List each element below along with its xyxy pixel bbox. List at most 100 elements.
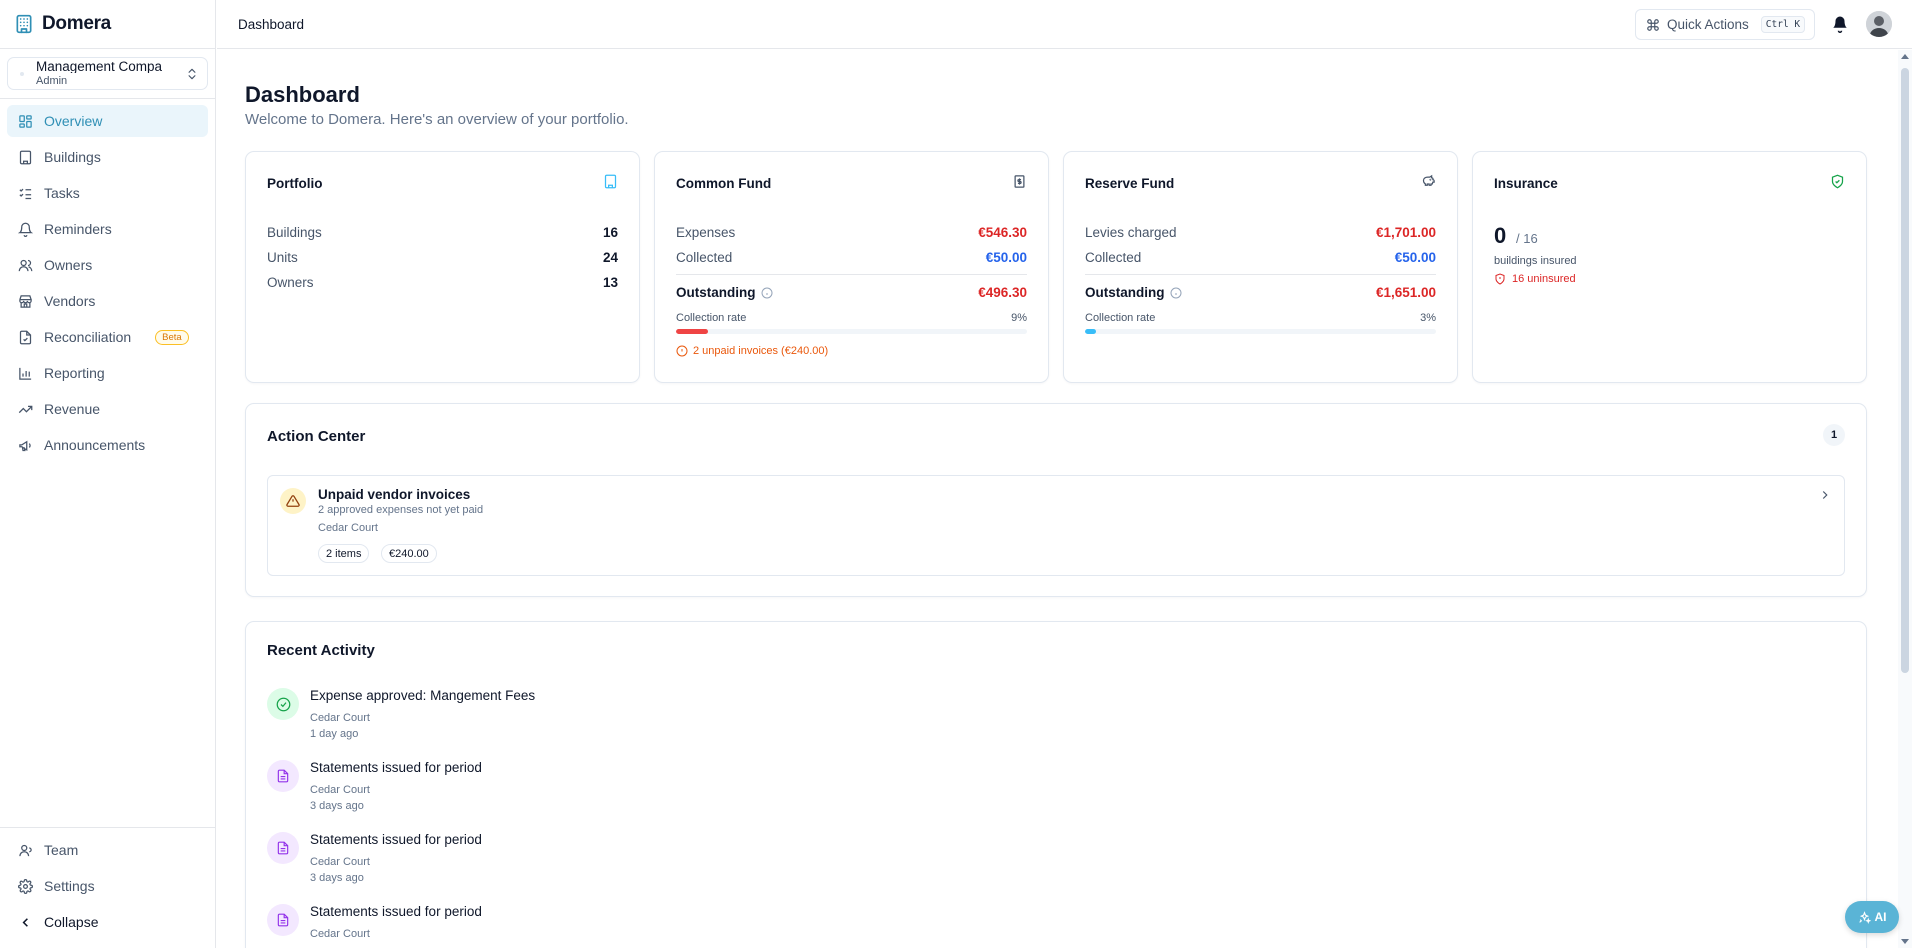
card-title: Reserve Fund [1085, 176, 1175, 191]
scrollbar-thumb[interactable] [1901, 68, 1909, 673]
page-title: Dashboard [245, 82, 360, 107]
stat-value: €546.30 [978, 225, 1027, 240]
recent-activity-card: Recent Activity Expense approved: Mangem… [245, 621, 1867, 948]
activity-time: 1 day ago [310, 728, 359, 740]
uninsured-warning[interactable]: 16 uninsured [1494, 273, 1576, 285]
levies-row: Levies charged €1,701.00 [1085, 225, 1436, 240]
sidebar-nav: Overview Buildings Tasks Reminders Owner… [0, 99, 215, 461]
chevron-left-icon [22, 917, 28, 927]
reserve-fund-card: Reserve Fund Levies charged €1,701.00 Co… [1063, 151, 1458, 383]
action-description: 2 approved expenses not yet paid [318, 504, 484, 516]
sidebar-item-label: Settings [44, 878, 95, 894]
collapse-sidebar-button[interactable]: Collapse [7, 906, 208, 938]
unpaid-invoices-warning[interactable]: 2 unpaid invoices (€240.00) [676, 345, 828, 357]
breadcrumb[interactable]: Dashboard [238, 17, 304, 32]
quick-actions-button[interactable]: Quick Actions Ctrl K [1635, 9, 1815, 40]
stat-value: €1,701.00 [1375, 225, 1436, 240]
sidebar-item-reconciliation[interactable]: Reconciliation Beta [7, 321, 208, 353]
activity-item[interactable]: Statements issued for period Cedar Court… [267, 760, 867, 822]
scroll-down-arrow-icon[interactable] [1901, 939, 1909, 944]
sidebar-item-reminders[interactable]: Reminders [7, 213, 208, 245]
user-avatar[interactable] [1866, 11, 1892, 37]
sidebar-item-announcements[interactable]: Announcements [7, 429, 208, 461]
main-scrollbar[interactable] [1898, 50, 1912, 948]
sidebar-item-buildings[interactable]: Buildings [7, 141, 208, 173]
sidebar-footer: Team Settings Collapse [0, 827, 215, 948]
sidebar-item-team[interactable]: Team [7, 834, 208, 866]
sidebar-item-label: Reminders [44, 221, 112, 237]
sidebar-item-label: Tasks [44, 185, 80, 201]
building-icon [604, 174, 617, 189]
beta-badge: Beta [155, 329, 189, 345]
ai-assistant-button[interactable]: AI [1845, 901, 1899, 933]
portfolio-card: Portfolio Buildings 16 Units 24 Owners 1… [245, 151, 640, 383]
receipt-icon [1014, 175, 1025, 188]
activity-item[interactable]: Statements issued for period Cedar Court… [267, 832, 867, 894]
activity-title: Statements issued for period [310, 760, 482, 775]
info-icon[interactable] [761, 287, 773, 299]
sidebar-item-label: Owners [44, 257, 93, 273]
activity-time: 3 days ago [310, 872, 364, 884]
sidebar-item-settings[interactable]: Settings [7, 870, 208, 902]
sidebar-item-revenue[interactable]: Revenue [7, 393, 208, 425]
megaphone-icon [19, 440, 31, 451]
stat-value: €50.00 [1394, 250, 1436, 265]
user-icon [19, 844, 32, 856]
stat-label: Expenses [676, 225, 736, 240]
scroll-up-arrow-icon[interactable] [1901, 54, 1909, 59]
command-icon [1647, 18, 1659, 31]
activity-item[interactable]: Expense approved: Mangement Fees Cedar C… [267, 688, 867, 750]
collection-rate-fill [676, 329, 708, 334]
users-icon [18, 259, 33, 271]
action-count-badge: 1 [1823, 424, 1845, 446]
building-icon [16, 14, 32, 34]
sidebar-item-vendors[interactable]: Vendors [7, 285, 208, 317]
stat-value: €496.30 [978, 285, 1027, 300]
activity-building: Cedar Court [310, 928, 370, 940]
grid-icon [19, 114, 32, 128]
sidebar-item-reporting[interactable]: Reporting [7, 357, 208, 389]
organization-switcher[interactable]: Management Compa Admin [7, 57, 208, 90]
sidebar-item-label: Revenue [44, 401, 101, 417]
outstanding-row: Outstanding €496.30 [676, 285, 1027, 300]
activity-title: Statements issued for period [310, 904, 482, 919]
stat-row-units: Units 24 [267, 250, 618, 265]
stat-label: Collected [676, 250, 733, 265]
stat-label: Outstanding [676, 285, 756, 300]
page-subtitle: Welcome to Domera. Here's an overview of… [245, 111, 629, 128]
sidebar-item-label: Reconciliation [44, 329, 132, 345]
action-item[interactable]: Unpaid vendor invoices 2 approved expens… [267, 475, 1845, 576]
avatar-image [1866, 11, 1892, 37]
common-fund-card: Common Fund Expenses €546.30 Collected €… [654, 151, 1049, 383]
stat-label: Levies charged [1085, 225, 1177, 240]
document-icon [267, 832, 299, 864]
notifications-bell-icon[interactable] [1831, 15, 1849, 33]
gear-icon [18, 878, 33, 894]
collection-rate-bar [1085, 329, 1436, 334]
chevron-right-icon [1822, 491, 1828, 499]
collection-rate-value: 9% [1011, 312, 1027, 324]
activity-building: Cedar Court [310, 712, 370, 724]
activity-building: Cedar Court [310, 856, 370, 868]
activity-time: 3 days ago [310, 800, 364, 812]
activity-item[interactable]: Statements issued for period Cedar Court [267, 904, 867, 948]
sidebar: Domera Management Compa Admin Overview B… [0, 0, 216, 948]
activity-title: Statements issued for period [310, 832, 482, 847]
brand[interactable]: Domera [0, 0, 215, 49]
building-icon [19, 150, 32, 164]
warning-text: 16 uninsured [1512, 273, 1576, 285]
sidebar-item-tasks[interactable]: Tasks [7, 177, 208, 209]
topbar: Dashboard Quick Actions Ctrl K [217, 0, 1912, 49]
sidebar-item-overview[interactable]: Overview [7, 105, 208, 137]
stat-value: €50.00 [985, 250, 1027, 265]
stat-value: 24 [602, 250, 618, 265]
collection-rate-fill [1085, 329, 1096, 334]
sparkles-icon [1858, 910, 1871, 924]
sidebar-item-label: Team [44, 842, 79, 858]
sidebar-item-label: Overview [44, 113, 103, 129]
sidebar-item-owners[interactable]: Owners [7, 249, 208, 281]
action-building: Cedar Court [318, 522, 378, 534]
quick-actions-label: Quick Actions [1667, 17, 1749, 32]
org-logo [20, 71, 24, 76]
info-icon[interactable] [1170, 287, 1182, 299]
